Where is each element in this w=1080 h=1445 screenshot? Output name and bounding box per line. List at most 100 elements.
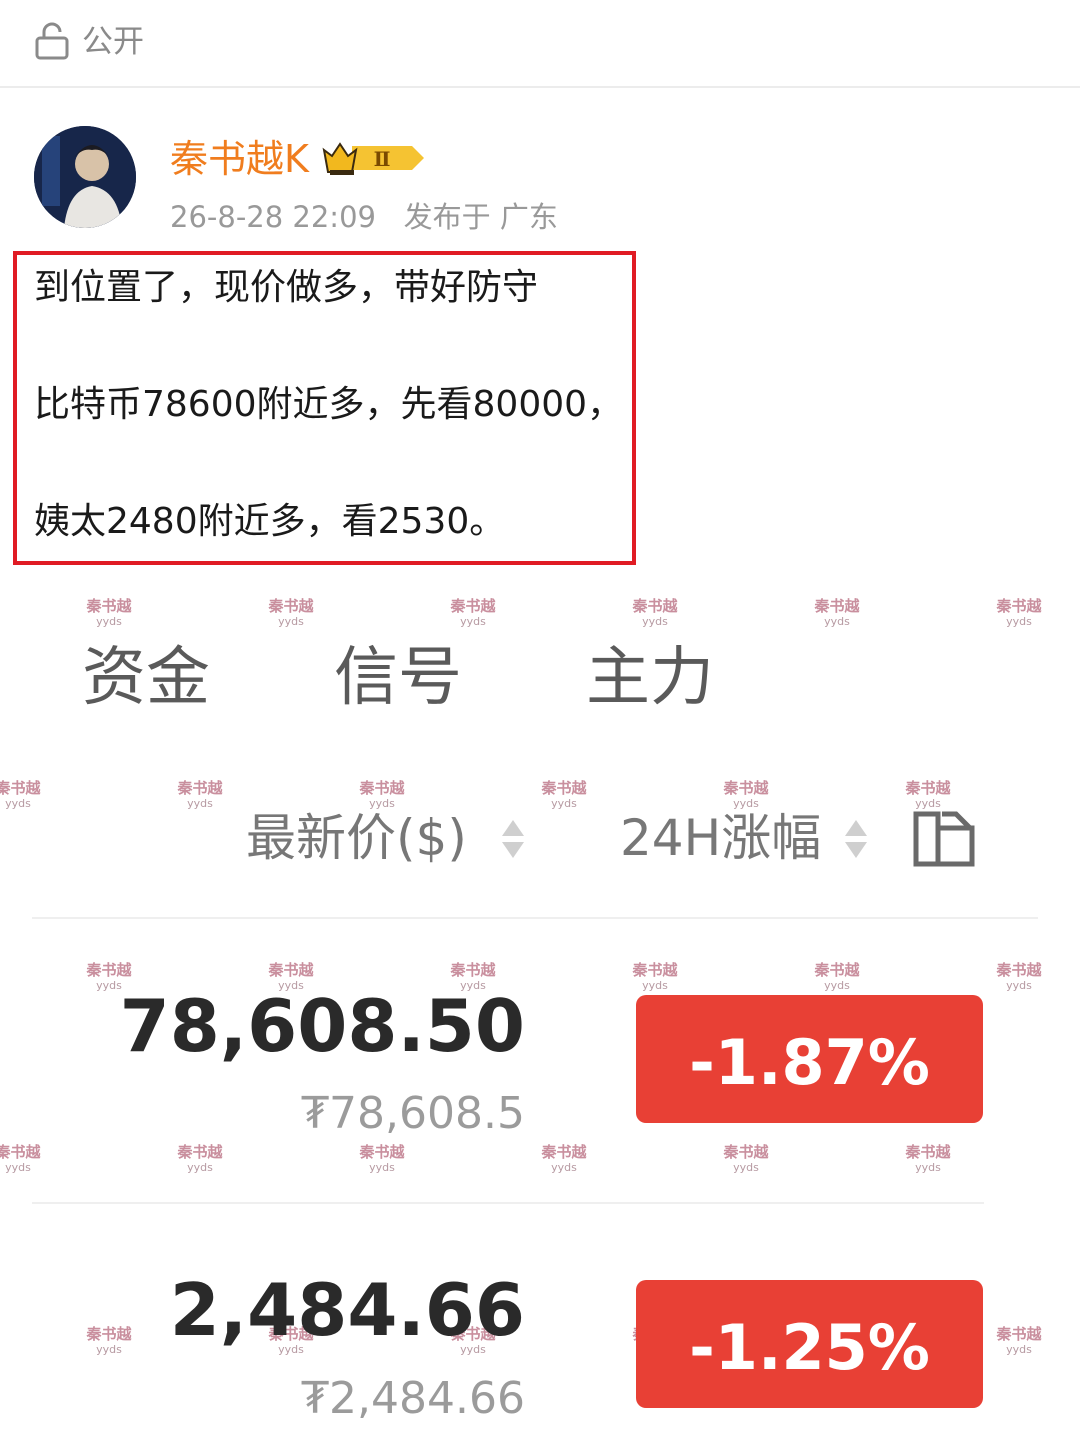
column-header-latest-price[interactable]: 最新价($) xyxy=(246,808,467,868)
watermark-text: 秦书越 xyxy=(450,961,496,979)
watermark-text: 秦书越 xyxy=(996,961,1042,979)
post-text-line: 姨太2480附近多，看2530。 xyxy=(34,501,506,542)
column-settings-icon[interactable] xyxy=(912,810,978,868)
watermark-text: 秦书越 xyxy=(177,779,223,797)
watermark-text: yyds xyxy=(187,1161,213,1174)
author-name[interactable]: 秦书越K xyxy=(170,134,309,184)
vip-crown-badge[interactable]: Ⅱ xyxy=(322,138,426,178)
watermark-text: yyds xyxy=(824,979,850,992)
watermark-text: yyds xyxy=(1006,615,1032,628)
watermark-text: 秦书越 xyxy=(632,597,678,615)
watermark-text: yyds xyxy=(824,615,850,628)
watermark: 秦书越yyds xyxy=(0,780,53,812)
watermark: 秦书越yyds xyxy=(165,1144,235,1176)
watermark-text: 秦书越 xyxy=(359,1143,405,1161)
eth-price: 2,484.66 xyxy=(169,1268,525,1352)
tab-signal[interactable]: 信号 xyxy=(334,642,462,714)
watermark: 秦书越yyds xyxy=(165,780,235,812)
sort-icon[interactable] xyxy=(843,818,869,860)
post-timestamp: 26-8-28 22:09 xyxy=(170,200,376,234)
sort-icon[interactable] xyxy=(500,818,526,860)
watermark-text: yyds xyxy=(278,615,304,628)
post-text-line: 到位置了，现价做多，带好防守 xyxy=(34,267,539,308)
watermark: 秦书越yyds xyxy=(1075,780,1080,812)
watermark-text: 秦书越 xyxy=(541,1143,587,1161)
watermark-text: yyds xyxy=(369,1161,395,1174)
watermark-text: yyds xyxy=(187,797,213,810)
watermark-text: yyds xyxy=(5,797,31,810)
watermark: 秦书越yyds xyxy=(984,598,1054,630)
watermark: 秦书越yyds xyxy=(893,1144,963,1176)
watermark-text: 秦书越 xyxy=(1075,780,1080,796)
row-divider xyxy=(32,917,1038,919)
btc-converted-price: ₮78,608.5 xyxy=(301,1088,525,1139)
lock-open-icon[interactable] xyxy=(34,22,70,60)
svg-text:Ⅱ: Ⅱ xyxy=(374,147,391,171)
watermark-text: yyds xyxy=(5,1161,31,1174)
tab-funds[interactable]: 资金 xyxy=(82,642,210,714)
visibility-label[interactable]: 公开 xyxy=(82,22,144,62)
watermark-text: 秦书越 xyxy=(177,1143,223,1161)
watermark-text: yyds xyxy=(551,1161,577,1174)
watermark: 秦书越yyds xyxy=(893,780,963,812)
top-bar: 公开 xyxy=(0,0,1080,88)
watermark-text: yyds xyxy=(915,1161,941,1174)
watermark-text: yyds xyxy=(460,615,486,628)
btc-change-badge[interactable]: -1.87% xyxy=(636,995,983,1123)
watermark: 秦书越yyds xyxy=(438,598,508,630)
watermark: 秦书越yyds xyxy=(256,598,326,630)
watermark-text: 秦书越 xyxy=(996,1325,1042,1343)
watermark: 秦书越yyds xyxy=(74,598,144,630)
watermark: 秦书越yyds xyxy=(620,598,690,630)
watermark: 秦书越yyds xyxy=(529,1144,599,1176)
watermark-text: 秦书越 xyxy=(541,779,587,797)
watermark-text: yyds xyxy=(96,615,122,628)
watermark: 秦书越yyds xyxy=(347,1144,417,1176)
watermark-text: 秦书越 xyxy=(86,597,132,615)
watermark: 秦书越yyds xyxy=(984,962,1054,994)
eth-change-badge[interactable]: -1.25% xyxy=(636,1280,983,1408)
eth-converted-price: ₮2,484.66 xyxy=(301,1373,525,1424)
watermark-text: 秦书越 xyxy=(0,1143,41,1161)
watermark-text: 秦书越 xyxy=(723,779,769,797)
watermark-text: 秦书越 xyxy=(905,1143,951,1161)
watermark-text: 秦书越 xyxy=(814,597,860,615)
watermark-text: 秦书越 xyxy=(0,779,41,797)
watermark-text: yyds xyxy=(642,615,668,628)
watermark-text: 秦书越 xyxy=(268,961,314,979)
watermark-text: yyds xyxy=(733,1161,759,1174)
watermark-text: 秦书越 xyxy=(632,961,678,979)
post-location: 发布于 广东 xyxy=(403,200,558,234)
watermark-text: 秦书越 xyxy=(996,597,1042,615)
watermark-text: 秦书越 xyxy=(723,1143,769,1161)
watermark: 秦书越yyds xyxy=(711,1144,781,1176)
watermark: 秦书越yyds xyxy=(802,598,872,630)
watermark-text: yyds xyxy=(1075,1160,1080,1176)
watermark-text: 秦书越 xyxy=(268,597,314,615)
btc-price: 78,608.50 xyxy=(119,984,525,1068)
avatar[interactable] xyxy=(34,126,136,228)
tab-main-force[interactable]: 主力 xyxy=(586,642,714,714)
watermark-text: yyds xyxy=(1006,979,1032,992)
watermark: 秦书越yyds xyxy=(802,962,872,994)
watermark-text: yyds xyxy=(642,979,668,992)
watermark: 秦书越yyds xyxy=(0,1144,53,1176)
watermark: 秦书越yyds xyxy=(1075,1144,1080,1176)
watermark-text: 秦书越 xyxy=(450,597,496,615)
watermark-text: yyds xyxy=(1006,1343,1032,1356)
watermark-text: 秦书越 xyxy=(359,779,405,797)
row-divider xyxy=(32,1202,984,1204)
post-meta: 26-8-28 22:09 发布于 广东 xyxy=(170,197,558,237)
market-screenshot: 秦书越 yyds 秦书越 yyds 秦书越 yyds 秦书越 yyds 秦书越 yyds 秦书越 yy… xyxy=(0,580,1080,1445)
column-header-24h-change[interactable]: 24H涨幅 xyxy=(620,808,821,868)
watermark: 秦书越yyds xyxy=(529,780,599,812)
watermark: 秦书越yyds xyxy=(984,1326,1054,1358)
watermark-text: 秦书越 xyxy=(814,961,860,979)
watermark-text: 秦书越 xyxy=(905,779,951,797)
watermark-text: 秦书越 xyxy=(1075,1144,1080,1160)
watermark-text: 秦书越 xyxy=(86,961,132,979)
watermark-text: yyds xyxy=(1075,796,1080,812)
watermark: 秦书越yyds xyxy=(620,962,690,994)
post-text-line: 比特币78600附近多，先看80000， xyxy=(34,384,624,425)
watermark-text: yyds xyxy=(551,797,577,810)
